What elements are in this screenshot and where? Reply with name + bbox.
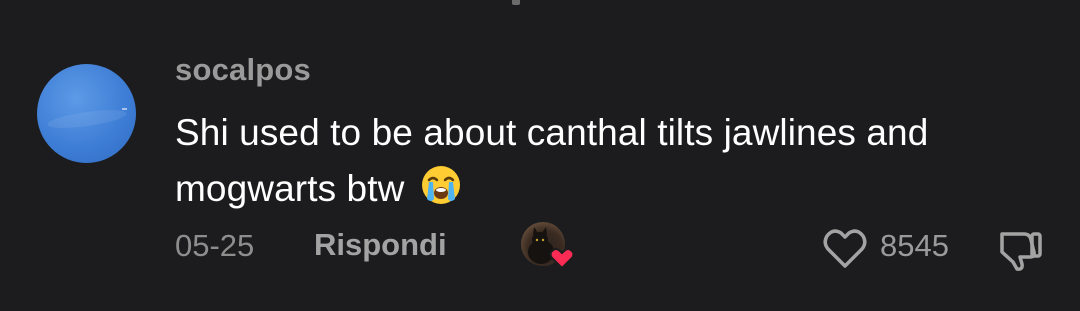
comment-date: 05-25 xyxy=(175,228,255,263)
previous-item-fragment xyxy=(512,0,520,5)
heart-icon xyxy=(549,248,575,270)
comment-text: Shi used to be about canthal tilts jawli… xyxy=(175,112,929,209)
reply-button[interactable]: Rispondi xyxy=(314,227,447,263)
loudly-crying-face-icon xyxy=(421,166,460,204)
thumbs-down-icon[interactable] xyxy=(994,226,1044,272)
comment-body: Shi used to be about canthal tilts jawli… xyxy=(175,105,1035,217)
like-count: 8545 xyxy=(880,228,949,263)
creator-liked-badge xyxy=(521,222,577,270)
avatar-cloud xyxy=(46,106,128,132)
comment-screen: socalpos Shi used to be about canthal ti… xyxy=(0,0,1080,311)
avatar-plane xyxy=(122,108,127,110)
comment-username[interactable]: socalpos xyxy=(175,52,311,88)
heart-outline-icon[interactable] xyxy=(822,226,868,270)
avatar[interactable] xyxy=(37,64,136,163)
